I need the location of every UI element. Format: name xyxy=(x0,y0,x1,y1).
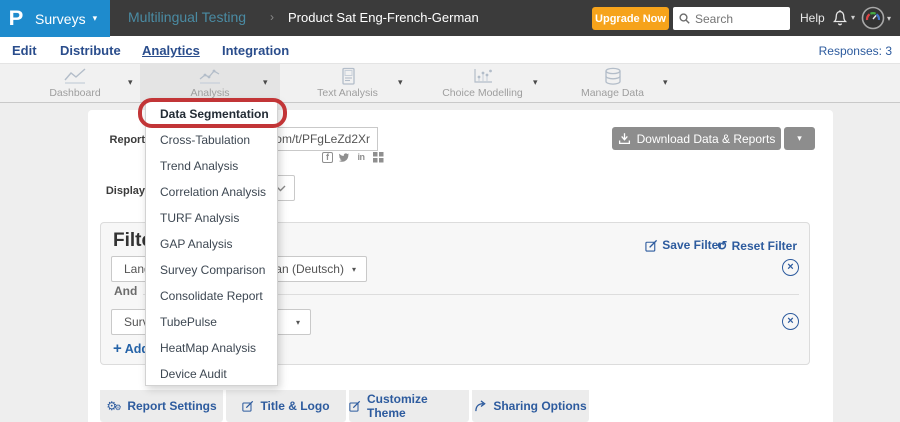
remove-filter-button[interactable]: × xyxy=(782,313,799,330)
facebook-icon[interactable]: f xyxy=(322,152,333,163)
search-icon xyxy=(679,13,690,24)
chevron-down-icon: ▾ xyxy=(93,13,98,24)
nav-distribute[interactable]: Distribute xyxy=(60,43,121,58)
caret-down-icon: ▾ xyxy=(296,318,300,327)
breadcrumb-separator: › xyxy=(270,10,274,24)
tab-title-logo[interactable]: Title & Logo xyxy=(226,390,346,422)
analysis-dropdown-menu: Data Segmentation Cross-Tabulation Trend… xyxy=(145,100,278,386)
chevron-down-icon: ▾ xyxy=(887,14,891,23)
menu-item-gap-analysis[interactable]: GAP Analysis xyxy=(146,231,277,257)
caret-down-icon[interactable]: ▾ xyxy=(263,77,268,88)
nav-integration[interactable]: Integration xyxy=(222,43,289,58)
filter-conjunction: And xyxy=(114,284,137,298)
database-icon xyxy=(603,67,623,86)
plus-icon: + xyxy=(113,340,122,357)
account-menu[interactable]: ▾ xyxy=(861,6,891,30)
menu-item-heatmap-analysis[interactable]: HeatMap Analysis xyxy=(146,335,277,361)
nav-analytics[interactable]: Analytics xyxy=(142,43,200,58)
chevron-down-icon: ▾ xyxy=(851,13,855,22)
menu-item-turf-analysis[interactable]: TURF Analysis xyxy=(146,205,277,231)
remove-filter-button[interactable]: × xyxy=(782,259,799,276)
edit-icon xyxy=(242,400,254,412)
notifications-bell[interactable]: ▾ xyxy=(831,7,855,27)
gears-icon: ⚙⚙ xyxy=(106,399,121,413)
toolbar-dashboard[interactable]: Dashboard ▾ xyxy=(10,64,140,102)
nav-edit[interactable]: Edit xyxy=(12,43,37,58)
caret-down-icon: ▾ xyxy=(352,265,356,274)
menu-item-correlation-analysis[interactable]: Correlation Analysis xyxy=(146,179,277,205)
twitter-icon[interactable] xyxy=(338,151,350,163)
trend-chart-icon xyxy=(197,67,223,85)
bell-icon xyxy=(831,7,849,27)
line-chart-icon xyxy=(62,67,88,85)
survey-title: Product Sat Eng-French-German xyxy=(288,10,479,25)
reset-filter-link[interactable]: ↺ Reset Filter xyxy=(717,238,797,254)
menu-item-tubepulse[interactable]: TubePulse xyxy=(146,309,277,335)
tab-customize-theme[interactable]: Customize Theme xyxy=(349,390,469,422)
caret-down-icon[interactable]: ▾ xyxy=(128,77,133,88)
toolbar-text-analysis[interactable]: Text Analysis ▾ xyxy=(280,64,415,102)
download-options-caret[interactable]: ▾ xyxy=(784,127,815,150)
surveys-menu[interactable]: P Surveys ▾ xyxy=(0,0,110,37)
menu-item-survey-comparison[interactable]: Survey Comparison xyxy=(146,257,277,283)
menu-item-cross-tabulation[interactable]: Cross-Tabulation xyxy=(146,127,277,153)
help-link[interactable]: Help xyxy=(800,11,825,25)
upgrade-now-button[interactable]: Upgrade Now xyxy=(592,7,669,30)
tab-sharing-options[interactable]: Sharing Options xyxy=(472,390,589,422)
responses-count: Responses: 3 xyxy=(819,44,892,58)
header-bar: P Surveys ▾ Multilingual Testing › Produ… xyxy=(0,0,900,36)
toolbar-analysis[interactable]: Analysis ▾ xyxy=(140,64,280,102)
display-label: Display xyxy=(93,185,145,197)
menu-item-data-segmentation[interactable]: Data Segmentation xyxy=(146,101,277,127)
caret-down-icon[interactable]: ▾ xyxy=(398,77,403,88)
caret-down-icon[interactable]: ▾ xyxy=(663,77,668,88)
menu-item-consolidate-report[interactable]: Consolidate Report xyxy=(146,283,277,309)
scatter-chart-icon xyxy=(471,67,495,85)
edit-icon xyxy=(349,400,361,412)
embed-grid-icon[interactable] xyxy=(372,151,384,163)
download-icon xyxy=(618,132,631,145)
breadcrumb-folder[interactable]: Multilingual Testing xyxy=(128,9,246,25)
tab-report-settings[interactable]: ⚙⚙ Report Settings xyxy=(100,390,223,422)
caret-down-icon[interactable]: ▾ xyxy=(533,77,538,88)
report-label: Report xyxy=(99,134,145,146)
toolbar-choice-modelling[interactable]: Choice Modelling ▾ xyxy=(415,64,550,102)
menu-item-device-audit[interactable]: Device Audit xyxy=(146,361,277,387)
document-icon xyxy=(338,67,358,86)
search-input[interactable] xyxy=(695,12,783,26)
analytics-toolbar: Dashboard ▾ Analysis ▾ Text Analysis ▾ C… xyxy=(0,63,900,103)
toolbar-manage-data[interactable]: Manage Data ▾ xyxy=(545,64,680,102)
edit-icon xyxy=(645,239,658,252)
search-box[interactable] xyxy=(673,7,790,30)
linkedin-icon[interactable]: in xyxy=(355,151,367,163)
save-filter-link[interactable]: Save Filter xyxy=(645,238,723,252)
gauge-avatar-icon xyxy=(861,6,885,30)
app-logo[interactable]: P xyxy=(9,7,24,31)
surveys-label: Surveys xyxy=(35,11,86,27)
share-arrow-icon xyxy=(474,400,487,412)
add-filter-link[interactable]: + Add xyxy=(113,340,149,357)
menu-item-trend-analysis[interactable]: Trend Analysis xyxy=(146,153,277,179)
reset-icon: ↺ xyxy=(717,238,728,254)
nav-bar: Edit Distribute Analytics Integration Re… xyxy=(0,36,900,63)
share-icons-row: f in xyxy=(322,151,384,163)
download-data-reports-button[interactable]: Download Data & Reports xyxy=(612,127,781,150)
